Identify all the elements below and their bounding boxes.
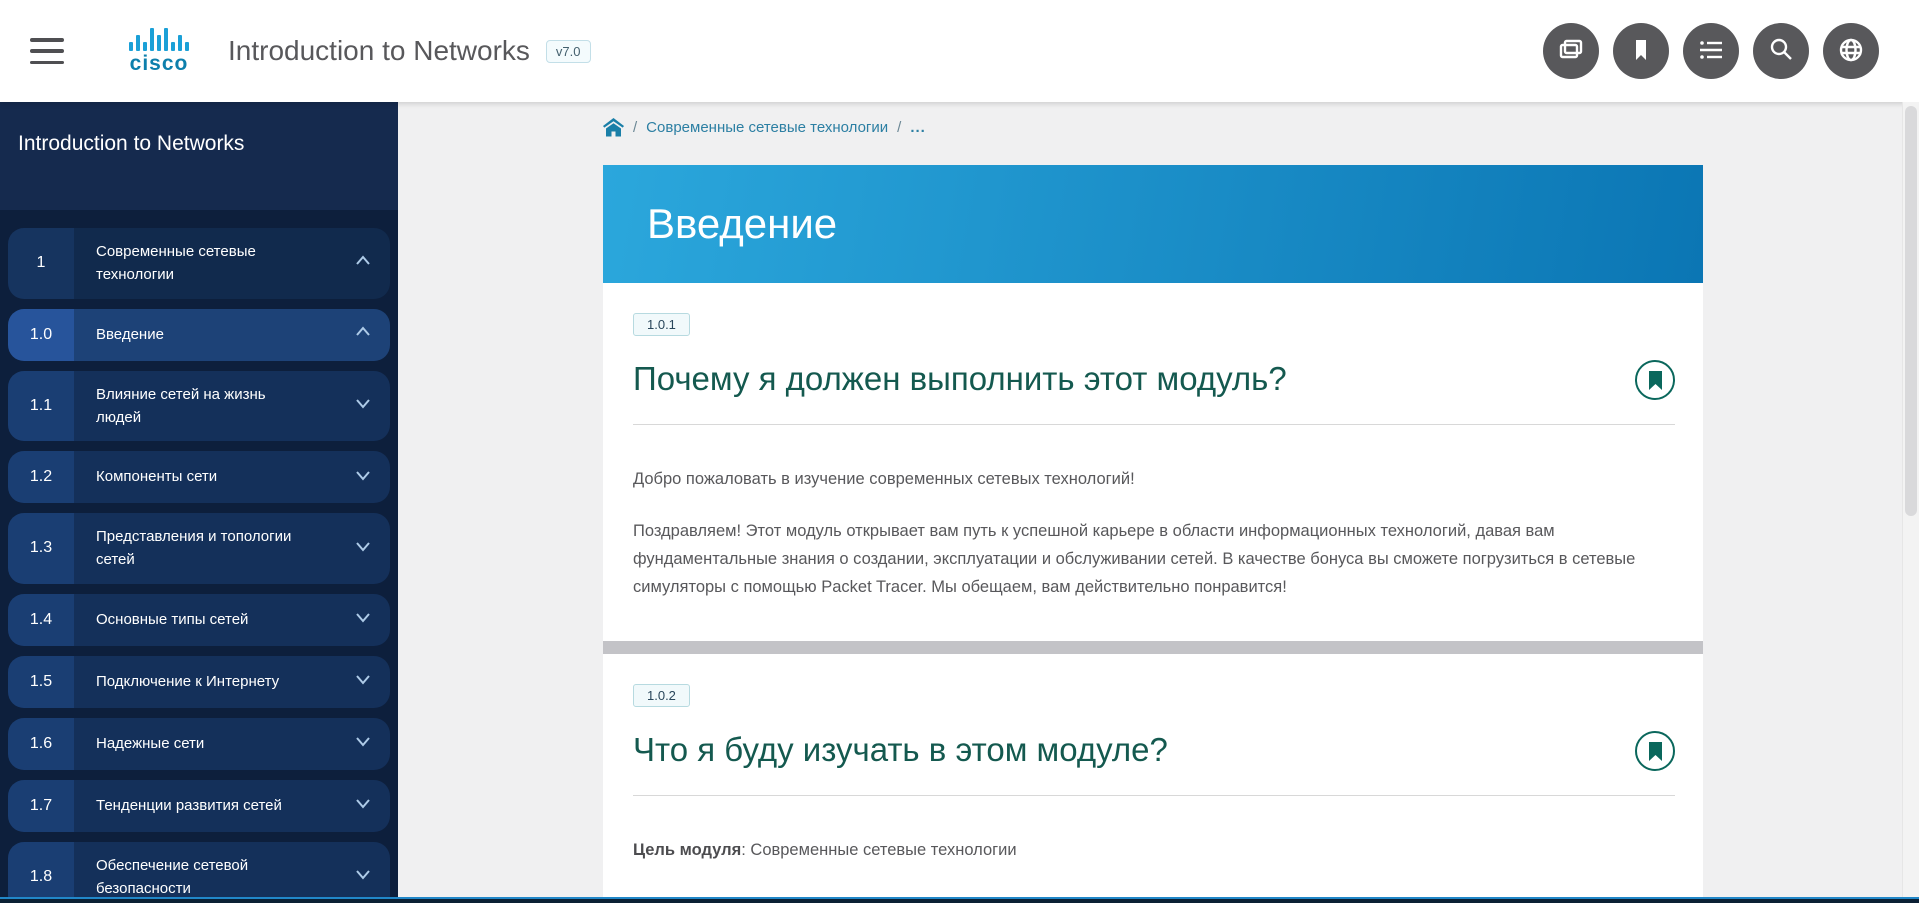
- breadcrumb-ellipsis[interactable]: ...: [910, 119, 926, 136]
- windows-button[interactable]: [1543, 23, 1599, 79]
- nav-item-label: Влияние сетей на жизнь людей: [96, 383, 311, 430]
- nav-item-number: 1.4: [8, 594, 74, 646]
- nav-item-number: 1.7: [8, 780, 74, 832]
- breadcrumb-module-link[interactable]: Современные сетевые технологии: [646, 119, 888, 136]
- header: cisco Introduction to Networks v7.0: [0, 0, 1919, 102]
- sidebar-nav-item[interactable]: 1.1 Влияние сетей на жизнь людей: [8, 371, 390, 442]
- cisco-logo-bars-icon: [129, 27, 189, 51]
- bottom-edge-bar: [0, 897, 1919, 903]
- nav-item-number: 1.5: [8, 656, 74, 708]
- nav-item-label: Представления и топологии сетей: [96, 525, 311, 572]
- nav-item-label: Тенденции развития сетей: [96, 794, 311, 817]
- chevron-icon: [352, 392, 374, 419]
- cisco-logo: cisco: [116, 27, 202, 76]
- sidebar-nav-item[interactable]: 1.3 Представления и топологии сетей: [8, 513, 390, 584]
- course-title: Introduction to Networks: [228, 35, 530, 67]
- search-button[interactable]: [1753, 23, 1809, 79]
- search-icon: [1767, 36, 1795, 67]
- app-window: cisco Introduction to Networks v7.0: [0, 0, 1919, 903]
- nav-item-label: Основные типы сетей: [96, 608, 311, 631]
- scrollbar-thumb[interactable]: [1905, 106, 1917, 516]
- bookmarks-button[interactable]: [1613, 23, 1669, 79]
- section-heading: Что я буду изучать в этом модуле?: [633, 731, 1635, 769]
- table-of-contents-button[interactable]: [1683, 23, 1739, 79]
- scrollbar-track[interactable]: [1902, 102, 1919, 903]
- nav-item-number: 1.8: [8, 842, 74, 903]
- sidebar-course-title: Introduction to Networks: [18, 132, 380, 156]
- nav-item-label: Обеспечение сетевой безопасности: [96, 854, 311, 901]
- cisco-logo-text: cisco: [130, 52, 189, 76]
- section-paragraph: Поздравляем! Этот модуль открывает вам п…: [633, 517, 1675, 601]
- header-actions: [1543, 23, 1879, 79]
- globe-icon: [1837, 36, 1865, 67]
- nav-item-number: 1.6: [8, 718, 74, 770]
- version-badge: v7.0: [546, 40, 591, 63]
- toc-list-icon: [1697, 36, 1725, 67]
- bookmark-section-button[interactable]: [1635, 360, 1675, 400]
- sidebar-nav-item[interactable]: 1.8 Обеспечение сетевой безопасности: [8, 842, 390, 903]
- chevron-icon: [352, 606, 374, 633]
- chevron-icon: [352, 464, 374, 491]
- nav-item-number: 1.3: [8, 513, 74, 584]
- breadcrumb-separator: /: [633, 119, 637, 136]
- hamburger-menu-button[interactable]: [30, 38, 64, 64]
- module-goal-label: Цель модуля: [633, 841, 741, 859]
- nav-item-label: Надежные сети: [96, 732, 311, 755]
- section-badge: 1.0.2: [633, 684, 690, 707]
- windows-icon: [1557, 36, 1585, 67]
- sidebar-nav: 1 Современные сетевые технологии 1.0 Вве…: [0, 210, 398, 903]
- section-badge: 1.0.1: [633, 313, 690, 336]
- nav-item-label: Современные сетевые технологии: [96, 240, 311, 287]
- home-icon[interactable]: [603, 118, 624, 137]
- section-1-0-2: 1.0.2 Что я буду изучать в этом модуле? …: [603, 654, 1703, 903]
- section-divider: [603, 641, 1703, 654]
- nav-item-number: 1.2: [8, 451, 74, 503]
- sidebar-nav-item[interactable]: 1.4 Основные типы сетей: [8, 594, 390, 646]
- nav-item-label: Подключение к Интернету: [96, 670, 311, 693]
- chevron-icon: [352, 535, 374, 562]
- chevron-icon: [352, 321, 374, 348]
- nav-item-number: 1.1: [8, 371, 74, 442]
- nav-item-number: 1: [8, 228, 74, 299]
- nav-item-label: Введение: [96, 323, 311, 346]
- bookmark-icon: [1648, 742, 1663, 761]
- section-rule: [633, 795, 1675, 796]
- chevron-icon: [352, 250, 374, 277]
- sidebar-nav-item[interactable]: 1.0 Введение: [8, 309, 390, 361]
- section-1-0-1: 1.0.1 Почему я должен выполнить этот мод…: [603, 283, 1703, 641]
- bookmark-icon: [1628, 37, 1654, 66]
- section-paragraph: Добро пожаловать в изучение современных …: [633, 465, 1675, 493]
- banner-title: Введение: [603, 200, 837, 248]
- main-content: / Современные сетевые технологии / ... В…: [398, 102, 1919, 903]
- sidebar-header: Introduction to Networks: [0, 102, 398, 210]
- chevron-icon: [352, 792, 374, 819]
- bookmark-icon: [1648, 371, 1663, 390]
- section-heading: Почему я должен выполнить этот модуль?: [633, 360, 1635, 398]
- sidebar-nav-item[interactable]: 1.7 Тенденции развития сетей: [8, 780, 390, 832]
- sidebar-nav-item[interactable]: 1.2 Компоненты сети: [8, 451, 390, 503]
- sidebar-nav-item[interactable]: 1.6 Надежные сети: [8, 718, 390, 770]
- sidebar: Introduction to Networks 1 Современные с…: [0, 102, 398, 903]
- language-button[interactable]: [1823, 23, 1879, 79]
- section-rule: [633, 424, 1675, 425]
- breadcrumb: / Современные сетевые технологии / ...: [603, 118, 1919, 137]
- nav-item-number: 1.0: [8, 309, 74, 361]
- sidebar-nav-item[interactable]: 1.5 Подключение к Интернету: [8, 656, 390, 708]
- content-column: Введение 1.0.1 Почему я должен выполнить…: [603, 165, 1703, 903]
- chevron-icon: [352, 730, 374, 757]
- module-banner: Введение: [603, 165, 1703, 283]
- bookmark-section-button[interactable]: [1635, 731, 1675, 771]
- chevron-icon: [352, 863, 374, 890]
- breadcrumb-separator: /: [897, 119, 901, 136]
- sidebar-nav-item[interactable]: 1 Современные сетевые технологии: [8, 228, 390, 299]
- module-goal-text: : Современные сетевые технологии: [741, 841, 1016, 859]
- nav-item-label: Компоненты сети: [96, 465, 311, 488]
- chevron-icon: [352, 668, 374, 695]
- module-goal-line: Цель модуля: Современные сетевые техноло…: [633, 836, 1675, 864]
